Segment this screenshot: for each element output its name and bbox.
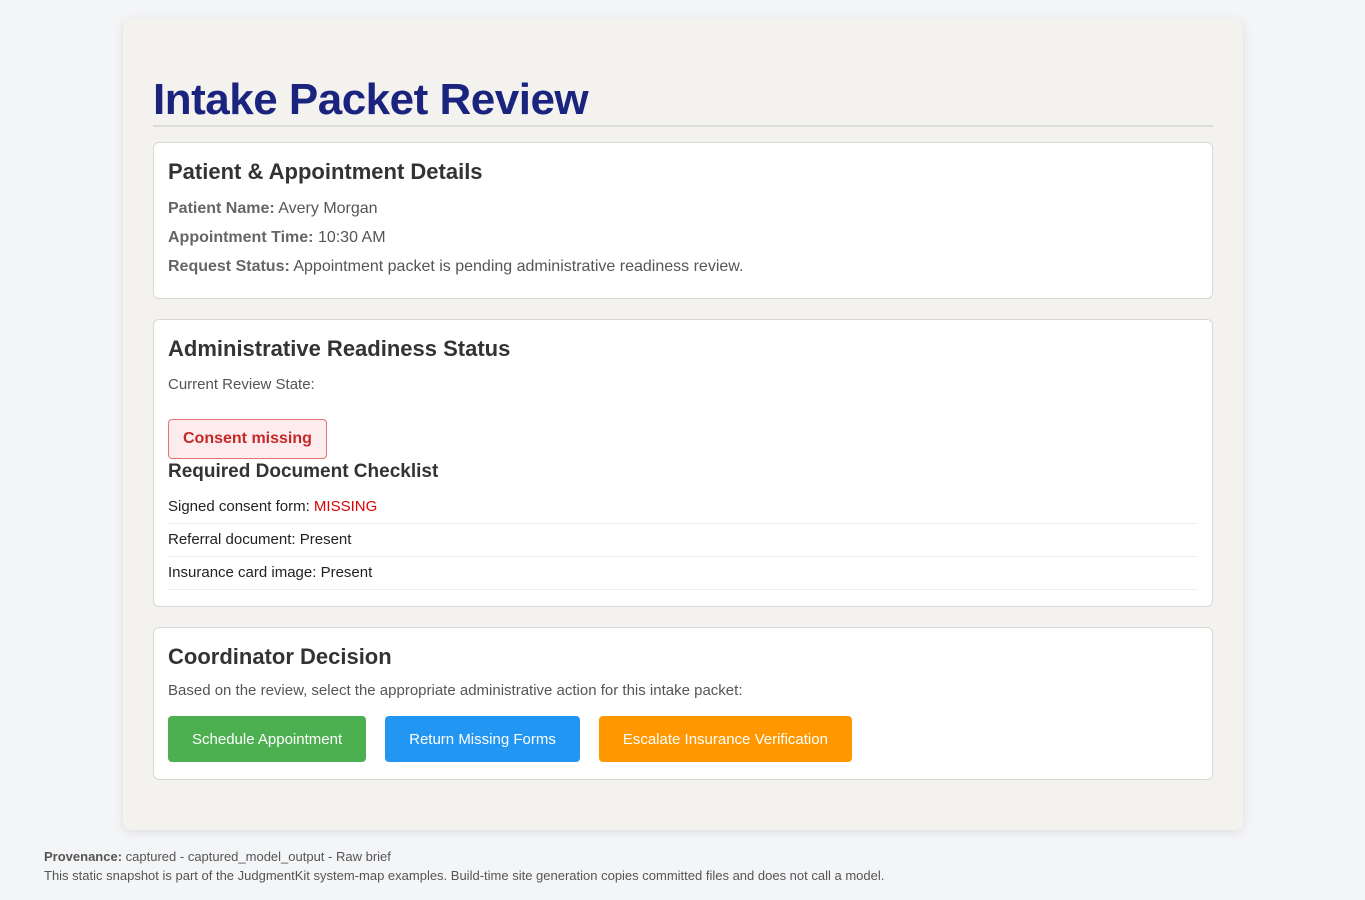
snapshot-note: This static snapshot is part of the Judg… [44,868,885,883]
page-title: Intake Packet Review [153,75,589,124]
request-status-row: Request Status: Appointment packet is pe… [168,257,1198,277]
review-panel: Intake Packet Review Patient & Appointme… [123,19,1243,830]
checklist-item-status: MISSING [313,498,378,515]
request-status-label: Request Status: [168,258,290,275]
coordinator-decision-card: Coordinator Decision Based on the review… [153,627,1213,780]
readiness-status-card: Administrative Readiness Status Current … [153,319,1213,607]
document-checklist: Signed consent form: MISSING Referral do… [168,491,1198,590]
current-review-state-label: Current Review State: [168,376,315,393]
coordinator-decision-heading: Coordinator Decision [168,644,392,669]
provenance-value: captured - captured_model_output - Raw b… [125,849,391,864]
checklist-item-label: Signed consent form: [168,498,310,515]
provenance-label: Provenance: [44,849,123,864]
checklist-item-insurance: Insurance card image: Present [168,557,1198,590]
patient-name-row: Patient Name: Avery Morgan [168,199,1198,219]
schedule-appointment-button[interactable]: Schedule Appointment [168,716,367,762]
return-missing-forms-button[interactable]: Return Missing Forms [385,716,580,762]
readiness-status-heading: Administrative Readiness Status [168,336,511,361]
patient-details-card: Patient & Appointment Details Patient Na… [153,142,1213,299]
provenance-line: Provenance: captured - captured_model_ou… [44,847,884,866]
patient-name-label: Patient Name: [168,200,275,217]
patient-name-value: Avery Morgan [278,200,378,217]
title-divider [153,125,1213,127]
decision-instructions: Based on the review, select the appropri… [168,682,743,699]
checklist-item-label: Insurance card image: [168,564,317,581]
checklist-item-status: Present [320,564,373,581]
appointment-time-label: Appointment Time: [168,229,314,246]
patient-details-heading: Patient & Appointment Details [168,159,483,184]
status-badge: Consent missing [168,419,327,459]
checklist-heading: Required Document Checklist [168,461,439,482]
checklist-item-referral: Referral document: Present [168,524,1198,557]
provenance-footer: Provenance: captured - captured_model_ou… [44,847,884,885]
appointment-time-row: Appointment Time: 10:30 AM [168,228,1198,248]
checklist-item-status: Present [299,531,352,548]
escalate-insurance-verification-button[interactable]: Escalate Insurance Verification [598,716,852,762]
request-status-value: Appointment packet is pending administra… [293,258,744,275]
appointment-time-value: 10:30 AM [317,229,386,246]
checklist-item-consent: Signed consent form: MISSING [168,491,1198,524]
decision-button-group: Schedule Appointment Return Missing Form… [168,716,1198,762]
checklist-item-label: Referral document: [168,531,296,548]
